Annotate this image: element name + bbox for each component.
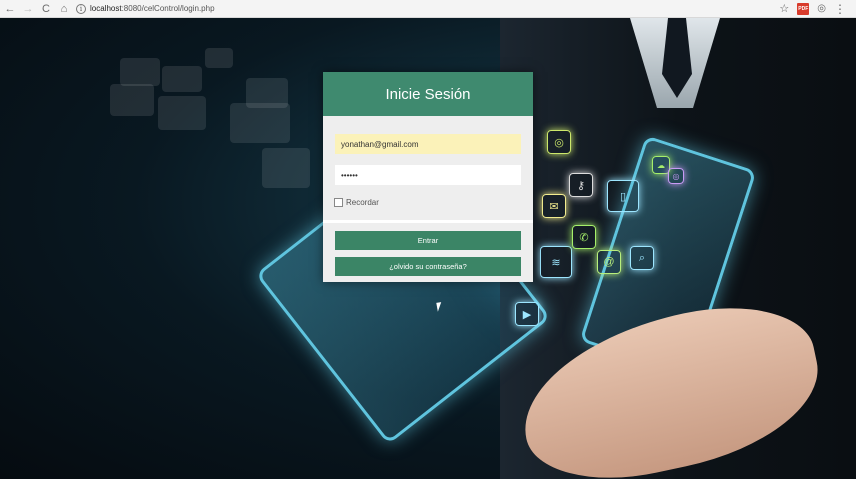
decorative-square (162, 66, 202, 92)
at-sign-icon: @ (597, 250, 621, 274)
home-icon[interactable]: ⌂ (56, 1, 72, 17)
play-icon: ▶ (515, 302, 539, 326)
phone-icon: ▯ (607, 180, 639, 212)
globe-icon: ◎ (547, 130, 571, 154)
remember-option[interactable]: Recordar (334, 198, 379, 207)
call-icon: ✆ (572, 225, 596, 249)
globe-small-icon: ◎ (668, 168, 684, 184)
key-icon: ⚷ (569, 173, 593, 197)
forgot-password-button[interactable]: ¿olvido su contraseña? (335, 257, 521, 276)
decorative-square (262, 148, 310, 188)
decorative-square (110, 84, 154, 116)
url-host: localhost (90, 4, 122, 13)
remember-checkbox[interactable] (334, 198, 343, 207)
remember-label: Recordar (346, 198, 379, 207)
star-icon[interactable]: ☆ (779, 2, 789, 15)
pdf-extension-icon[interactable]: PDF (797, 2, 810, 15)
reload-icon[interactable]: C (38, 1, 54, 17)
address-bar[interactable]: i localhost :8080/celControl/login.php (76, 2, 776, 16)
info-icon[interactable]: i (76, 3, 86, 14)
login-card: Inicie Sesión yonathan@gmail.com •••••• … (323, 72, 533, 282)
decorative-square (120, 58, 160, 86)
wifi-icon: ≋ (540, 246, 572, 278)
toolbar-extensions: ☆ PDF ◎ ⋮ (779, 2, 846, 15)
search-icon: ⌕ (630, 246, 654, 270)
password-field[interactable]: •••••• (335, 165, 521, 185)
mouse-cursor (436, 301, 448, 312)
camera-icon[interactable]: ◎ (817, 3, 826, 14)
decorative-square (158, 96, 206, 130)
back-icon[interactable]: ← (2, 1, 18, 17)
forward-icon[interactable]: → (20, 1, 36, 17)
login-title: Inicie Sesión (323, 72, 533, 116)
decorative-square (230, 103, 290, 143)
decorative-square (205, 48, 233, 68)
form-divider (323, 220, 533, 223)
browser-toolbar: ← → C ⌂ i localhost :8080/celControl/log… (0, 0, 856, 18)
email-field[interactable]: yonathan@gmail.com (335, 134, 521, 154)
decorative-square (246, 78, 288, 108)
mail-icon: ✉ (542, 194, 566, 218)
url-path: :8080/celControl/login.php (121, 4, 215, 13)
login-button[interactable]: Entrar (335, 231, 521, 250)
menu-icon[interactable]: ⋮ (834, 3, 846, 15)
